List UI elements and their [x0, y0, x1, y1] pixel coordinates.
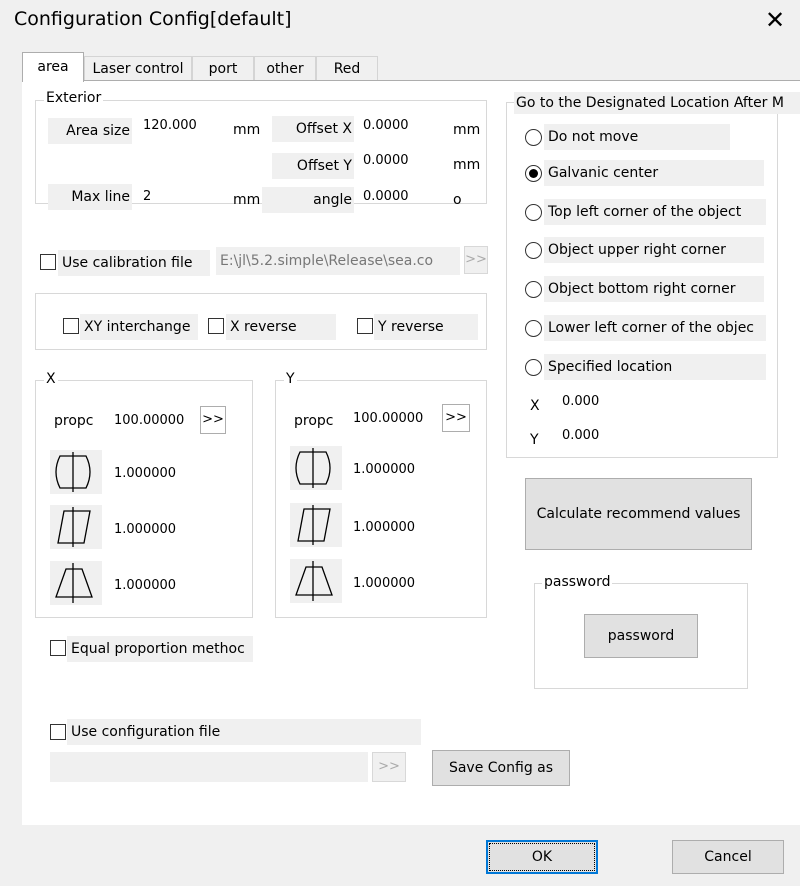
location-x-label: X — [530, 398, 540, 414]
radio-bottom-right[interactable] — [525, 281, 542, 298]
x-reverse-label: X reverse — [226, 314, 336, 340]
location-x-value[interactable]: 0.000 — [562, 394, 599, 409]
trapezoid-distortion-icon[interactable] — [290, 559, 342, 603]
location-y-value[interactable]: 0.000 — [562, 428, 599, 443]
radio-upper-right-label: Object upper right corner — [544, 237, 764, 263]
use-calibration-checkbox[interactable] — [40, 254, 56, 270]
radio-top-left[interactable] — [525, 204, 542, 221]
angle-label: angle — [262, 187, 354, 213]
calibration-browse-button[interactable]: >> — [464, 246, 488, 274]
x-prop-value[interactable]: 100.00000 — [114, 413, 194, 428]
radio-bottom-right-label: Object bottom right corner — [544, 276, 764, 302]
parallelogram-distortion-icon[interactable] — [290, 503, 342, 547]
parallelogram-distortion-icon[interactable] — [50, 505, 102, 549]
equal-proportion-checkbox[interactable] — [50, 640, 66, 656]
y-trapezoid-value[interactable]: 1.000000 — [353, 576, 415, 591]
offset-y-unit: mm — [453, 157, 481, 173]
calibration-path-field[interactable]: E:\jl\5.2.simple\Release\sea.co — [216, 247, 460, 275]
x-barrel-value[interactable]: 1.000000 — [114, 466, 176, 481]
y-reverse-checkbox[interactable] — [357, 318, 373, 334]
xy-interchange-label: XY interchange — [80, 314, 198, 340]
radio-do-not-move-label: Do not move — [544, 124, 730, 150]
radio-galvanic-center[interactable] — [525, 165, 542, 182]
angle-value[interactable]: 0.0000 — [363, 189, 409, 204]
x-reverse-checkbox[interactable] — [208, 318, 224, 334]
offset-x-label: Offset X — [272, 116, 354, 142]
xy-interchange-checkbox[interactable] — [63, 318, 79, 334]
exterior-label: Exterior — [44, 90, 104, 106]
config-file-path-field[interactable] — [50, 752, 368, 782]
use-config-file-checkbox[interactable] — [50, 724, 66, 740]
y-group-label: Y — [284, 371, 297, 387]
barrel-distortion-icon[interactable] — [50, 450, 102, 494]
y-parallelogram-value[interactable]: 1.000000 — [353, 520, 415, 535]
location-label: Go to the Designated Location After M — [514, 92, 800, 114]
x-trapezoid-value[interactable]: 1.000000 — [114, 578, 176, 593]
tab-area[interactable]: area — [22, 52, 84, 82]
radio-do-not-move[interactable] — [525, 129, 542, 146]
y-prop-value[interactable]: 100.00000 — [353, 411, 433, 426]
tab-other[interactable]: other — [254, 56, 316, 80]
area-size-value[interactable]: 120.000 — [143, 118, 197, 133]
trapezoid-distortion-icon[interactable] — [50, 561, 102, 605]
radio-lower-left[interactable] — [525, 320, 542, 337]
max-line-label: Max line — [48, 184, 132, 210]
save-config-as-button[interactable]: Save Config as — [432, 750, 570, 786]
offset-y-value[interactable]: 0.0000 — [363, 153, 409, 168]
y-barrel-value[interactable]: 1.000000 — [353, 462, 415, 477]
radio-specified-location[interactable] — [525, 359, 542, 376]
password-button[interactable]: password — [584, 614, 698, 658]
tab-port[interactable]: port — [192, 56, 254, 80]
password-group-label: password — [542, 574, 613, 590]
ok-button[interactable]: OK — [486, 840, 598, 874]
offset-x-unit: mm — [453, 122, 481, 138]
tab-red[interactable]: Red — [316, 56, 378, 80]
y-reverse-label: Y reverse — [374, 314, 478, 340]
window-title: Configuration Config[default] — [14, 8, 292, 30]
x-prop-browse-button[interactable]: >> — [200, 406, 226, 434]
close-icon[interactable]: ✕ — [760, 5, 790, 35]
y-prop-label: propc — [294, 413, 334, 429]
area-size-unit: mm — [233, 122, 261, 138]
use-config-file-label: Use configuration file — [67, 719, 421, 745]
x-prop-label: propc — [54, 413, 94, 429]
max-line-value[interactable]: 2 — [143, 189, 151, 204]
max-line-unit: mm — [233, 192, 261, 208]
config-file-browse-button[interactable]: >> — [372, 752, 406, 782]
equal-proportion-label: Equal proportion methoc — [67, 636, 253, 662]
radio-galvanic-center-label: Galvanic center — [544, 160, 764, 186]
area-size-label: Area size — [48, 118, 132, 144]
radio-specified-location-label: Specified location — [544, 354, 766, 380]
x-group-label: X — [44, 371, 58, 387]
location-y-label: Y — [530, 432, 539, 448]
tab-laser-control[interactable]: Laser control — [84, 56, 192, 80]
radio-upper-right[interactable] — [525, 242, 542, 259]
radio-lower-left-label: Lower left corner of the objec — [544, 315, 766, 341]
angle-unit: o — [453, 192, 462, 208]
x-parallelogram-value[interactable]: 1.000000 — [114, 522, 176, 537]
use-calibration-label: Use calibration file — [58, 250, 210, 276]
cancel-button[interactable]: Cancel — [672, 840, 784, 874]
radio-top-left-label: Top left corner of the object — [544, 199, 766, 225]
offset-y-label: Offset Y — [272, 153, 354, 179]
offset-x-value[interactable]: 0.0000 — [363, 118, 409, 133]
y-prop-browse-button[interactable]: >> — [442, 404, 470, 432]
calculate-recommend-button[interactable]: Calculate recommend values — [525, 478, 752, 550]
barrel-distortion-icon[interactable] — [290, 446, 342, 490]
